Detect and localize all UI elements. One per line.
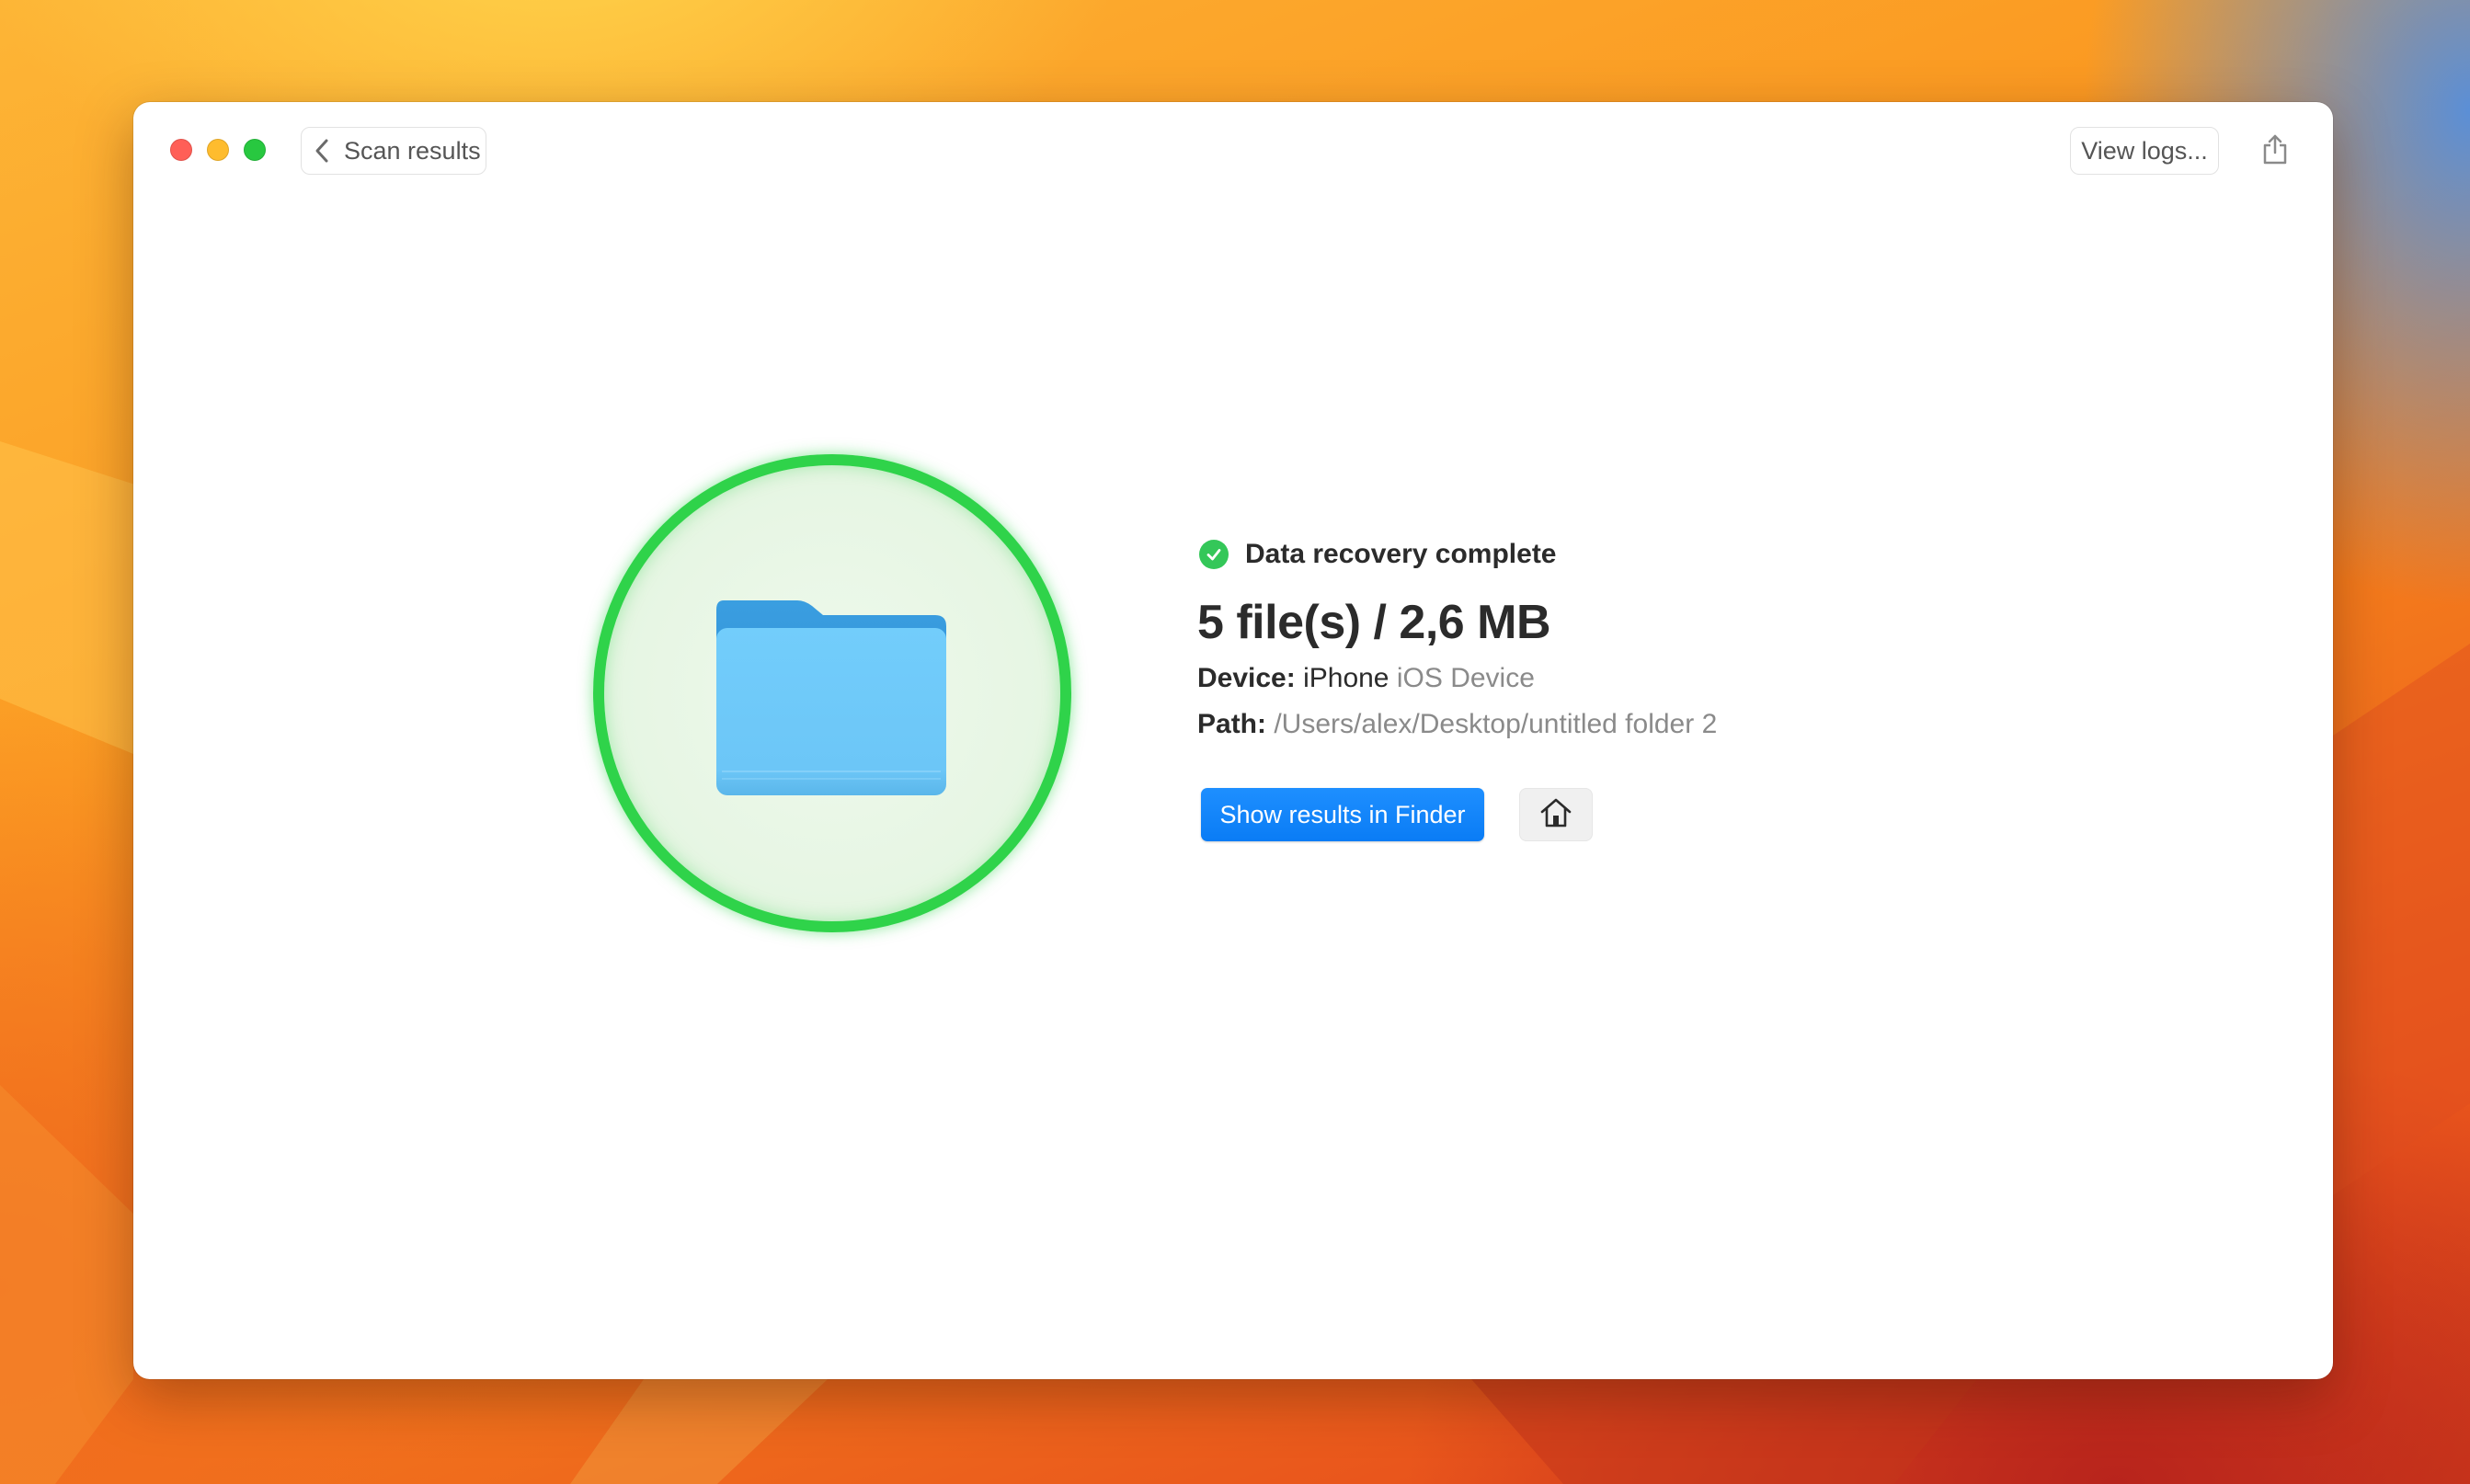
device-type: iOS Device [1396, 663, 1535, 693]
back-button-label: Scan results [344, 136, 481, 165]
status-title: Data recovery complete [1245, 539, 1557, 569]
device-label: Device: [1197, 663, 1296, 693]
close-window-button[interactable] [170, 139, 192, 161]
folder-icon [713, 597, 950, 799]
house-icon [1538, 795, 1573, 835]
back-to-scan-results-button[interactable]: Scan results [301, 127, 486, 175]
view-logs-button[interactable]: View logs... [2070, 127, 2219, 175]
device-row: Device: iPhone iOS Device [1197, 659, 1717, 698]
status-row: Data recovery complete [1197, 534, 1717, 575]
actions-row: Show results in Finder [1197, 788, 1717, 841]
result-info: Data recovery complete 5 file(s) / 2,6 M… [1197, 534, 1717, 841]
device-name: iPhone [1303, 663, 1389, 693]
recovered-summary: 5 file(s) / 2,6 MB [1197, 596, 1551, 649]
home-button[interactable] [1519, 788, 1593, 841]
zoom-window-button[interactable] [244, 139, 266, 161]
minimize-window-button[interactable] [207, 139, 229, 161]
titlebar: Scan results View logs... [133, 102, 2333, 194]
path-row: Path: /Users/alex/Desktop/untitled folde… [1197, 705, 1717, 744]
show-results-in-finder-button[interactable]: Show results in Finder [1201, 788, 1484, 841]
checkmark-circle-icon [1199, 540, 1229, 569]
app-window: Scan results View logs... Data recovery … [133, 102, 2333, 1379]
path-value: /Users/alex/Desktop/untitled folder 2 [1274, 709, 1718, 739]
path-label: Path: [1197, 709, 1266, 739]
chevron-left-icon [311, 137, 335, 165]
share-button[interactable] [2254, 130, 2296, 172]
share-icon [2261, 132, 2289, 170]
